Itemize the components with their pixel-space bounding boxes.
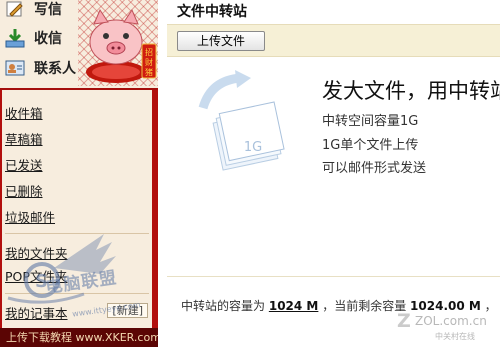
svg-text:招: 招 [145, 47, 153, 57]
inbox-download-icon [5, 29, 25, 48]
contacts-button[interactable]: 联系人 [0, 55, 84, 81]
capacity-prefix: 中转站的容量为 [181, 299, 266, 313]
promo-line: 中转空间容量1G [322, 114, 419, 129]
zol-logo-text: ZOL.com.cn [415, 314, 487, 328]
file-transfer-illustration-icon: 1G [198, 70, 285, 171]
svg-text:财: 财 [145, 57, 153, 67]
zol-logo-icon: Z ZOL.com.cn 中关村在线 [397, 310, 487, 341]
footer-bar: 上传下载教程 www.XKER.com [0, 328, 158, 347]
folder-panel: 收件箱 草稿箱 已发送 已删除 垃圾邮件 我的文件夹 POP文件夹 我的记事本 … [2, 90, 152, 330]
receive-label: 收信 [34, 31, 62, 47]
folder-deleted[interactable]: 已删除 [5, 181, 43, 200]
toolbar: 上传文件 [167, 24, 500, 57]
zol-logo-subtext: 中关村在线 [435, 331, 475, 341]
receive-button[interactable]: 收信 [0, 25, 80, 51]
folder-inbox[interactable]: 收件箱 [5, 103, 43, 122]
folder-spam[interactable]: 垃圾邮件 [5, 207, 55, 226]
svg-text:猪: 猪 [145, 67, 153, 77]
pig-mascot-icon: 招 财 猪 [86, 8, 157, 83]
folder-drafts[interactable]: 草稿箱 [5, 129, 43, 148]
sidebar: 写信 收信 联系人 招 财 猪 收件箱 草稿箱 已发送 已删除 垃圾邮件 我的文… [0, 0, 158, 347]
compose-button[interactable]: 写信 [0, 0, 80, 22]
upload-file-button[interactable]: 上传文件 [177, 31, 265, 51]
notebook-link[interactable]: 我的记事本 [5, 303, 68, 322]
divider [5, 233, 149, 234]
folder-sent[interactable]: 已发送 [5, 155, 43, 174]
promo-headline: 发大文件，用中转站 [322, 79, 500, 103]
capacity-middle: ，当前剩余容量 [322, 299, 407, 313]
contacts-icon [5, 60, 25, 76]
page-title: 文件中转站 [177, 4, 247, 20]
sidebar-actions: 写信 收信 联系人 招 财 猪 [0, 0, 158, 90]
divider [167, 276, 500, 277]
main-content: 文件中转站 上传文件 1G 发大文件，用中转站 中转空间容量1G 1G单个文件上… [167, 0, 500, 347]
compose-label: 写信 [34, 2, 62, 18]
promo-line: 可以邮件形式发送 [322, 161, 427, 176]
my-folders-link[interactable]: 我的文件夹 [5, 243, 68, 262]
graphic-label: 1G [244, 140, 262, 155]
contacts-label: 联系人 [34, 61, 76, 77]
svg-text:Z: Z [397, 310, 411, 332]
promo-line: 1G单个文件上传 [322, 138, 419, 153]
capacity-total-link[interactable]: 1024 M [269, 299, 319, 313]
pencil-icon [6, 1, 23, 17]
